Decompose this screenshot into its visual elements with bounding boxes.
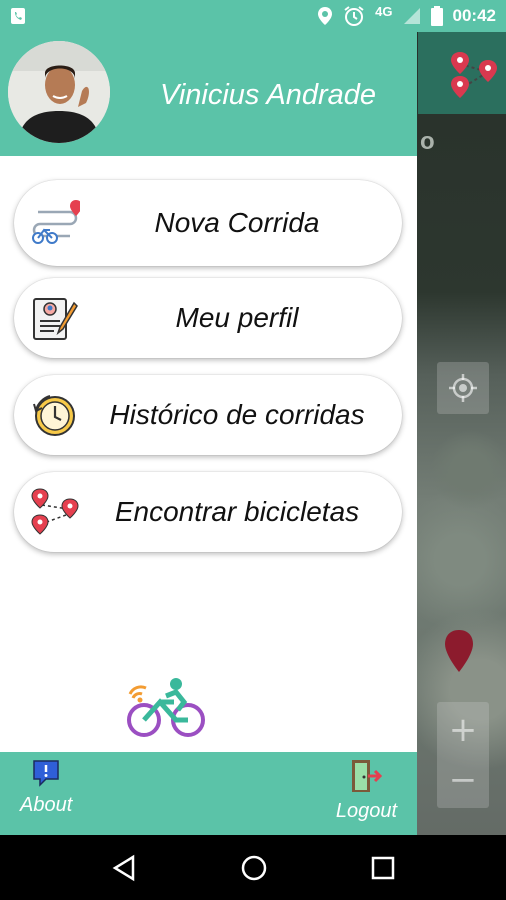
map-pins-icon: [31, 488, 79, 535]
network-type: 4G: [375, 3, 393, 19]
recents-icon[interactable]: [371, 856, 395, 880]
drawer-menu: Nova Corrida Meu perfil Histórico de cor…: [14, 180, 402, 569]
menu-item-encontrar-bicicletas[interactable]: Encontrar bicicletas: [14, 472, 402, 552]
avatar[interactable]: [8, 41, 110, 143]
navigation-drawer: Vinicius Andrade Nova Corrida Meu perfil: [0, 32, 417, 835]
drawer-header: Vinicius Andrade: [0, 32, 417, 156]
map-location-marker[interactable]: [443, 628, 475, 679]
location-icon: [318, 7, 333, 25]
profile-document-icon: [33, 298, 78, 340]
user-name: Vinicius Andrade: [160, 79, 377, 111]
status-time: 00:42: [452, 6, 496, 25]
map-route-icon[interactable]: [418, 32, 506, 114]
my-location-button[interactable]: [437, 362, 489, 414]
map-toolbar: [418, 32, 506, 114]
clock-history-icon: [33, 395, 75, 436]
notification-phone-icon: [11, 8, 25, 24]
system-nav-bar: [0, 835, 506, 900]
about-label: About: [20, 794, 73, 816]
status-bar: 4G 00:42: [0, 0, 506, 32]
route-bike-icon: [32, 200, 80, 244]
menu-item-meu-perfil[interactable]: Meu perfil: [14, 278, 402, 358]
battery-icon: [430, 6, 443, 26]
bike-logo-icon: [127, 678, 205, 737]
zoom-out-button[interactable]: −: [449, 755, 478, 805]
about-button[interactable]: About: [20, 758, 72, 817]
map-title-fragment: o: [420, 128, 435, 155]
menu-item-historico[interactable]: Histórico de corridas: [14, 375, 402, 455]
menu-item-nova-corrida[interactable]: Nova Corrida: [14, 180, 402, 266]
alarm-icon: [344, 6, 364, 26]
about-chat-icon: [33, 760, 59, 787]
logout-label: Logout: [335, 800, 397, 822]
user-photo: [8, 41, 110, 143]
crosshair-icon: [449, 374, 477, 402]
zoom-controls: + −: [437, 702, 489, 808]
location-pin-icon: [445, 630, 473, 672]
home-icon[interactable]: [240, 854, 268, 882]
drawer-footer: About Logout: [0, 752, 417, 835]
logout-button[interactable]: Logout: [336, 758, 397, 823]
back-icon[interactable]: [111, 854, 137, 882]
logout-door-icon: [352, 760, 383, 792]
signal-icon: [403, 8, 420, 24]
zoom-in-button[interactable]: +: [449, 705, 478, 755]
